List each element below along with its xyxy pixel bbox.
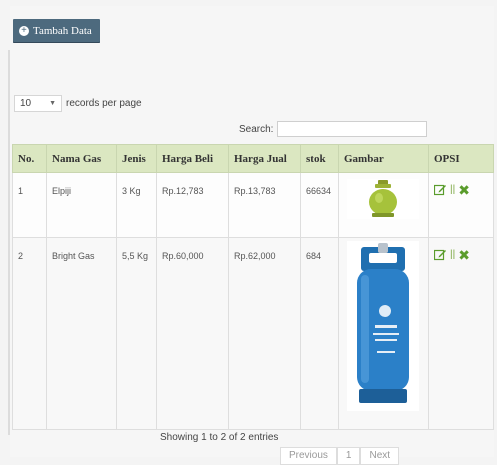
delete-icon[interactable]: ✖ [458, 248, 470, 262]
cell-gambar [338, 237, 429, 430]
column-header-nama-gas[interactable]: Nama Gas [46, 144, 117, 173]
table-row: 2 Bright Gas 5,5 Kg Rp.60,000 Rp.62,000 … [12, 237, 494, 430]
cell-stok: 66634 [300, 172, 339, 238]
records-per-page-value: 10 [20, 98, 32, 109]
opsi-separator: || [450, 184, 456, 195]
table-header-row: No. Nama Gas Jenis Harga Beli Harga Jual… [12, 144, 494, 173]
cell-nama-gas: Bright Gas [46, 237, 117, 430]
column-header-stok[interactable]: stok [300, 144, 339, 173]
page-1-button[interactable]: 1 [336, 447, 361, 465]
edit-icon[interactable] [433, 248, 447, 261]
cell-no: 1 [12, 172, 47, 238]
delete-icon[interactable]: ✖ [458, 183, 470, 197]
records-per-page-select[interactable]: 10 ▼ [14, 95, 62, 112]
cell-harga-beli: Rp.60,000 [156, 237, 229, 430]
table-row: 1 Elpiji 3 Kg Rp.12,783 Rp.13,783 66634 [12, 172, 494, 238]
cell-jenis: 3 Kg [116, 172, 157, 238]
entries-info: Showing 1 to 2 of 2 entries [160, 432, 279, 443]
cell-jenis: 5,5 Kg [116, 237, 157, 430]
cell-harga-jual: Rp.13,783 [228, 172, 301, 238]
plus-circle-icon: + [19, 26, 29, 36]
cell-harga-jual: Rp.62,000 [228, 237, 301, 430]
cell-no: 2 [12, 237, 47, 430]
records-per-page: 10 ▼ records per page [14, 95, 142, 112]
column-header-opsi[interactable]: OPSI [428, 144, 494, 173]
pagination: Previous 1 Next [280, 447, 400, 465]
cell-stok: 684 [300, 237, 339, 430]
opsi-separator: || [450, 249, 456, 260]
bright-gas-cylinder-image [347, 241, 419, 411]
cell-opsi: || ✖ [428, 172, 494, 238]
previous-button[interactable]: Previous [280, 447, 337, 465]
search-bar: Search: [239, 121, 428, 137]
edit-icon[interactable] [433, 183, 447, 196]
column-header-harga-beli[interactable]: Harga Beli [156, 144, 229, 173]
cell-harga-beli: Rp.12,783 [156, 172, 229, 238]
cell-nama-gas: Elpiji [46, 172, 117, 238]
cell-gambar [338, 172, 429, 238]
column-header-gambar[interactable]: Gambar [338, 144, 429, 173]
search-input[interactable] [277, 121, 428, 137]
column-header-jenis[interactable]: Jenis [116, 144, 157, 173]
gas-table: No. Nama Gas Jenis Harga Beli Harga Jual… [12, 144, 494, 430]
next-button[interactable]: Next [360, 447, 400, 465]
column-header-harga-jual[interactable]: Harga Jual [228, 144, 301, 173]
search-label: Search: [239, 123, 274, 135]
add-data-button[interactable]: + Tambah Data [13, 19, 100, 43]
cell-opsi: || ✖ [428, 237, 494, 430]
add-data-label: Tambah Data [33, 25, 92, 37]
records-per-page-label: records per page [66, 98, 142, 109]
caret-down-icon: ▼ [49, 100, 56, 107]
elpiji-cylinder-image [347, 179, 419, 219]
column-header-no[interactable]: No. [12, 144, 47, 173]
